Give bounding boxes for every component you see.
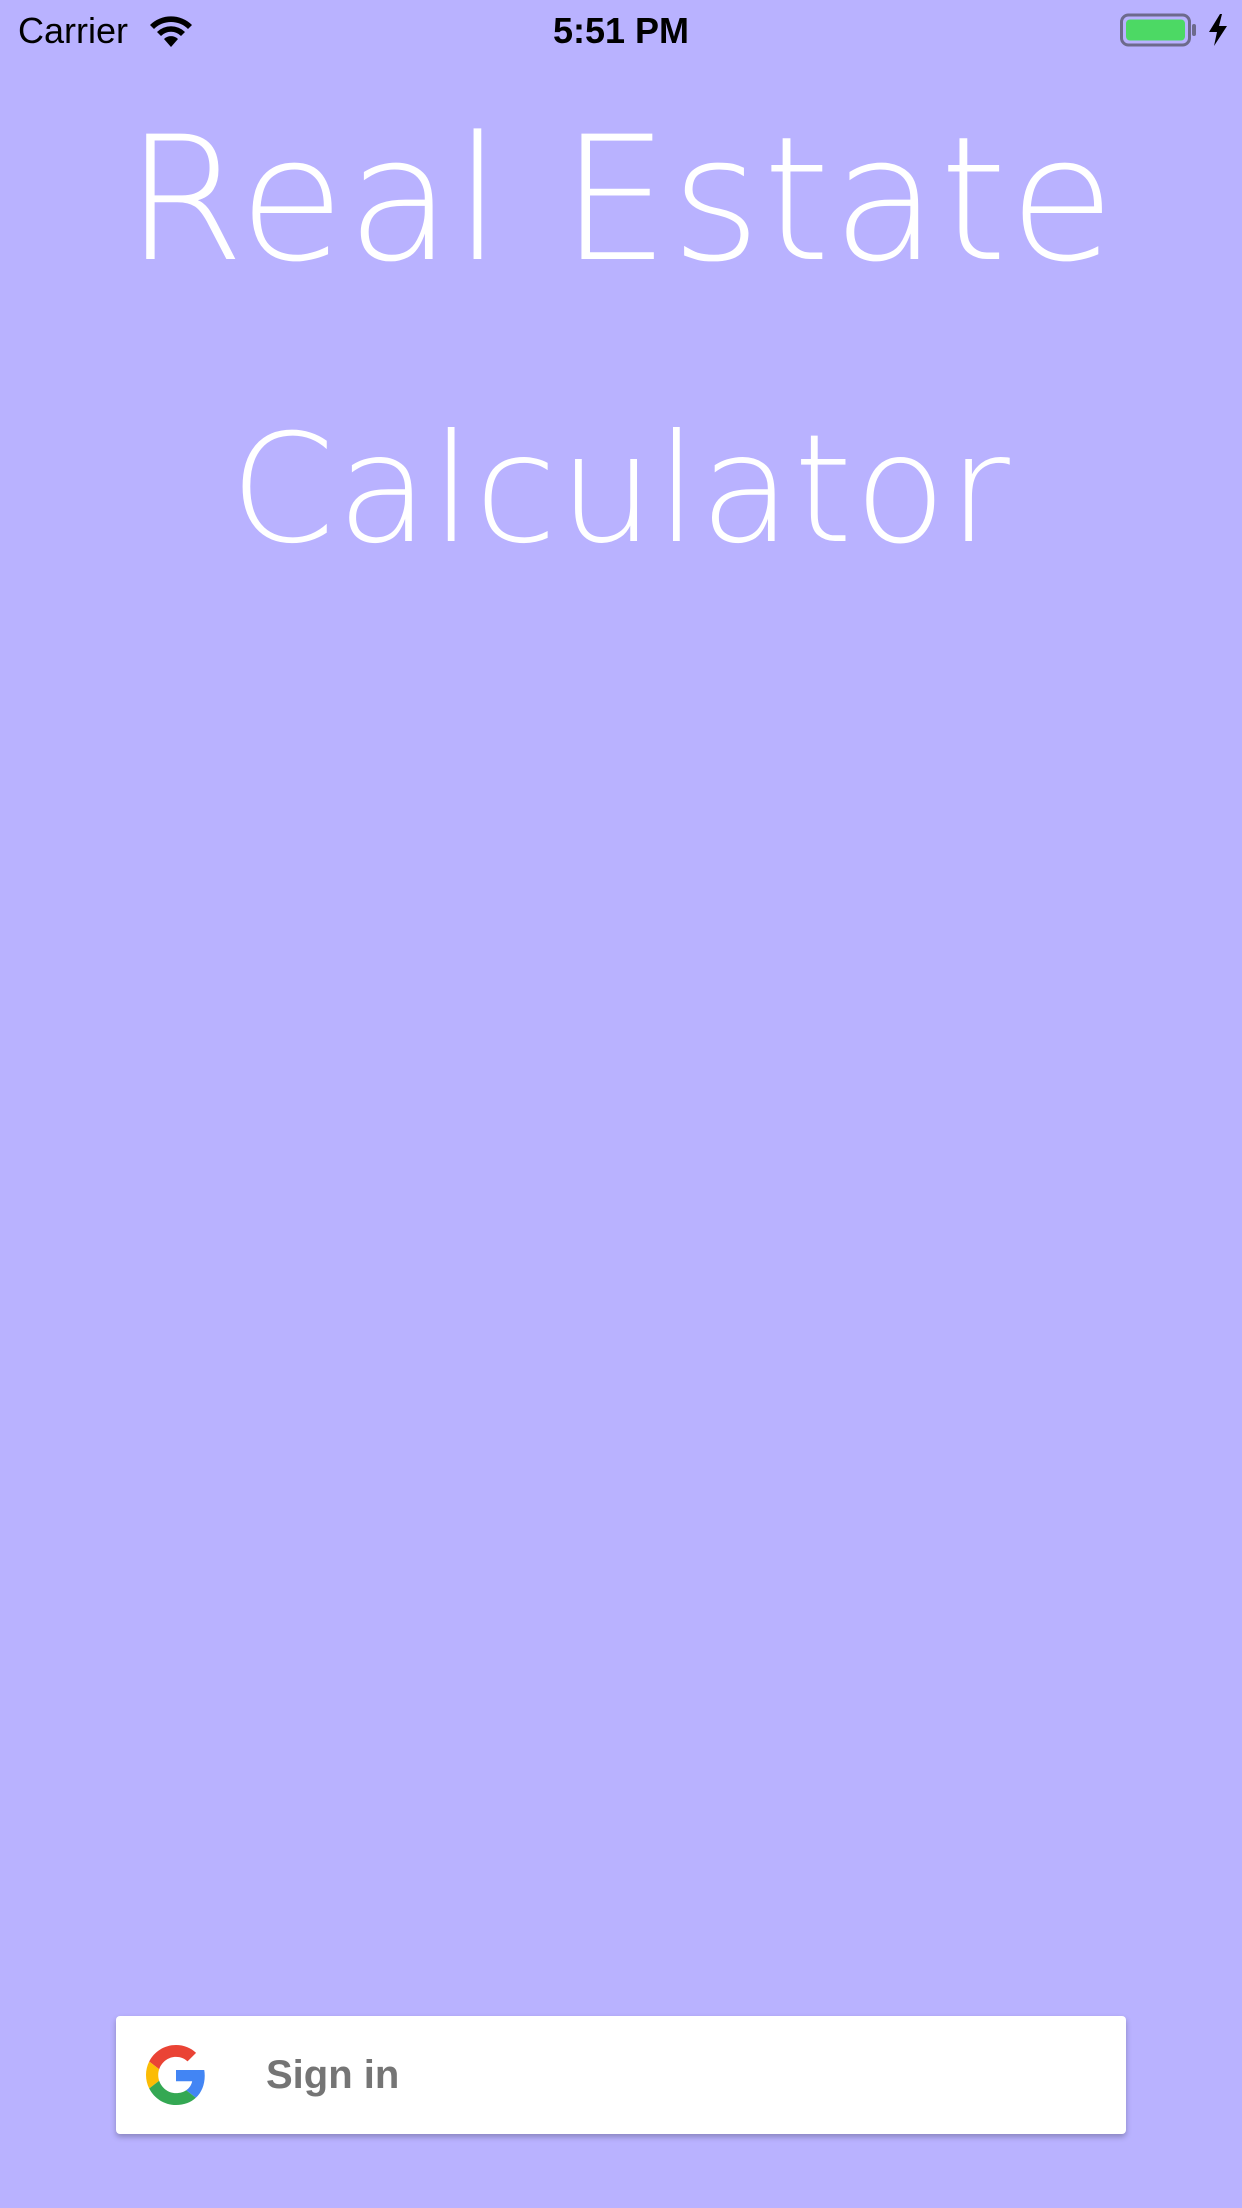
sign-in-label: Sign in bbox=[266, 2053, 400, 2097]
charging-icon bbox=[1206, 12, 1230, 48]
status-time: 5:51 PM bbox=[552, 10, 690, 51]
app-title-line-1: Real Estate bbox=[125, 99, 1117, 300]
battery-icon bbox=[1120, 12, 1198, 48]
google-sign-in-button[interactable]: Sign in bbox=[116, 2016, 1126, 2134]
google-icon bbox=[146, 2045, 206, 2105]
status-bar: Carrier 5:51 PM bbox=[0, 0, 1242, 60]
app-title-line-2: Calculator bbox=[230, 403, 1012, 577]
